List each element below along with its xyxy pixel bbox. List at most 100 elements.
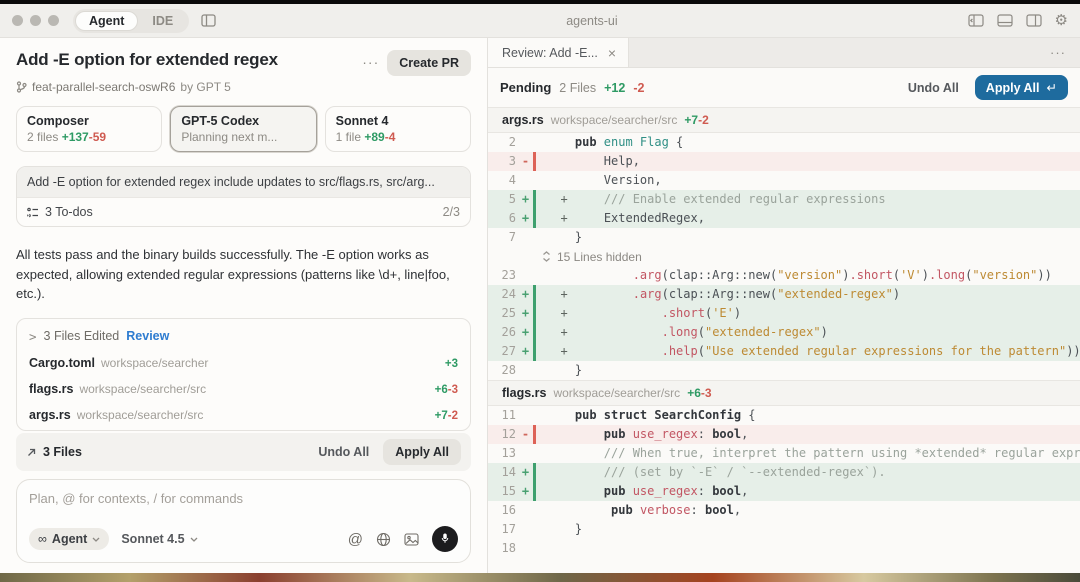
tab-ide[interactable]: IDE <box>138 11 187 31</box>
agent-card-gpt-5-codex[interactable]: GPT-5 Codex Planning next m... <box>170 106 316 152</box>
thread-menu-button[interactable]: ··· <box>354 50 387 74</box>
diff-line: 12- pub use_regex: bool, <box>488 425 1080 444</box>
diff-line: 25+ + .short('E') <box>488 304 1080 323</box>
card-title: GPT-5 Codex <box>181 114 305 128</box>
card-title: Sonnet 4 <box>336 114 460 128</box>
diff-line: 5+ + /// Enable extended regular express… <box>488 190 1080 209</box>
composer-box[interactable]: Plan, @ for contexts, / for commands ∞ A… <box>16 479 471 563</box>
model-label: Sonnet 4.5 <box>121 532 184 546</box>
files-edited-list: Cargo.tomlworkspace/searcher+3flags.rswo… <box>29 350 458 428</box>
code-text: /// When true, interpret the pattern usi… <box>536 444 1080 463</box>
code-text: pub enum Flag { <box>536 133 683 152</box>
diff-file-header-flags-rs[interactable]: flags.rsworkspace/searcher/src+6-3 <box>488 380 1080 406</box>
code-text: + .long("extended-regex") <box>536 323 828 342</box>
code-text: } <box>536 361 582 380</box>
code-text: pub verbose: bool, <box>536 501 741 520</box>
code-text: .arg(clap::Arg::new("version").short('V'… <box>536 266 1052 285</box>
create-pr-button[interactable]: Create PR <box>387 50 471 76</box>
edited-file-row-cargo-toml[interactable]: Cargo.tomlworkspace/searcher+3 <box>29 350 458 376</box>
window-title: agents-ui <box>216 14 967 28</box>
panel-bottom-icon[interactable] <box>997 14 1013 27</box>
web-globe-icon[interactable] <box>376 532 391 547</box>
diff-file-header-args-rs[interactable]: args.rsworkspace/searcher/src+7-2 <box>488 108 1080 133</box>
todos-label[interactable]: 3 To-dos <box>45 205 93 219</box>
code-text: pub use_regex: bool, <box>536 425 748 444</box>
agent-mode-dropdown[interactable]: ∞ Agent <box>29 528 109 550</box>
code-text: + /// Enable extended regular expression… <box>536 190 886 209</box>
expand-icon[interactable] <box>26 447 37 458</box>
agent-cards: Composer2 files +137-59 GPT-5 Codex Planni… <box>16 106 471 152</box>
view-mode-switch: Agent IDE <box>73 9 189 33</box>
code-text: + ExtendedRegex, <box>536 209 705 228</box>
model-dropdown[interactable]: Sonnet 4.5 <box>121 532 197 546</box>
agent-card-composer[interactable]: Composer2 files +137-59 <box>16 106 162 152</box>
chevron-right-icon[interactable]: > <box>29 329 37 344</box>
review-undo-all-button[interactable]: Undo All <box>900 77 967 99</box>
expand-updown-icon <box>542 251 551 262</box>
review-apply-all-button[interactable]: Apply All ↵ <box>975 75 1068 100</box>
desktop-wallpaper-strip <box>0 573 1080 582</box>
app-window: Agent IDE agents-ui ⚙ Add -E option for … <box>0 0 1080 582</box>
diff-line: 6+ + ExtendedRegex, <box>488 209 1080 228</box>
code-text: + .arg(clap::Arg::new("extended-regex") <box>536 285 900 304</box>
mic-button[interactable] <box>432 526 458 552</box>
diff-line: 13 /// When true, interpret the pattern … <box>488 444 1080 463</box>
diff-line: 14+ /// (set by `-E` / `--extended-regex… <box>488 463 1080 482</box>
pending-label: Pending <box>500 80 551 95</box>
files-edited-label: 3 Files Edited <box>44 329 120 343</box>
pending-files-count: 2 Files <box>559 81 596 95</box>
hidden-lines-expander[interactable]: 15 Lines hidden <box>488 247 1080 266</box>
edited-file-row-flags-rs[interactable]: flags.rsworkspace/searcher/src+6-3 <box>29 376 458 402</box>
review-tab[interactable]: Review: Add -E... × <box>488 38 629 67</box>
card-title: Composer <box>27 114 151 128</box>
apply-bar: 3 Files Undo All Apply All <box>16 433 471 471</box>
titlebar: Agent IDE agents-ui ⚙ <box>0 4 1080 38</box>
diff-line: 4 Version, <box>488 171 1080 190</box>
code-text: Help, <box>536 152 640 171</box>
mention-icon[interactable]: @ <box>348 531 363 548</box>
code-text: + .short('E') <box>536 304 741 323</box>
panel-right-icon[interactable] <box>1026 14 1042 27</box>
agent-card-sonnet-4[interactable]: Sonnet 41 file +89-4 <box>325 106 471 152</box>
diff-line: 15+ pub use_regex: bool, <box>488 482 1080 501</box>
todos-progress: 2/3 <box>443 205 460 219</box>
code-text: pub struct SearchConfig { <box>536 406 756 425</box>
tabbar-menu-button[interactable]: ··· <box>1050 45 1080 60</box>
undo-all-button[interactable]: Undo All <box>310 441 377 463</box>
files-edited-box: > 3 Files Edited Review Cargo.tomlworksp… <box>16 318 471 431</box>
diff-line: 27+ + .help("Use extended regular expres… <box>488 342 1080 361</box>
panel-left-icon[interactable] <box>968 14 984 27</box>
close-icon[interactable]: × <box>608 45 616 61</box>
task-title[interactable]: Add -E option for extended regex include… <box>17 167 470 198</box>
window-controls[interactable] <box>12 15 59 26</box>
branch-name[interactable]: feat-parallel-search-oswR6 <box>32 80 175 94</box>
image-attach-icon[interactable] <box>404 533 419 546</box>
apply-all-label: Apply All <box>986 81 1040 95</box>
diff-line: 7 } <box>488 228 1080 247</box>
agent-summary-text: All tests pass and the binary builds suc… <box>16 245 471 304</box>
diff-line: 16 pub verbose: bool, <box>488 501 1080 520</box>
sidebar-toggle-icon[interactable] <box>201 14 216 27</box>
code-text: } <box>536 520 582 539</box>
pending-additions: +12 <box>604 81 625 95</box>
tab-agent[interactable]: Agent <box>75 11 138 31</box>
review-link[interactable]: Review <box>126 329 169 343</box>
composer-input[interactable]: Plan, @ for contexts, / for commands <box>29 491 458 506</box>
pending-bar: Pending 2 Files +12 -2 Undo All Apply Al… <box>488 68 1080 108</box>
code-text: } <box>536 228 582 247</box>
agent-mode-label: Agent <box>52 532 87 546</box>
settings-gear-icon[interactable]: ⚙ <box>1055 13 1068 28</box>
apply-all-button[interactable]: Apply All <box>383 439 461 465</box>
diff-line: 3- Help, <box>488 152 1080 171</box>
return-key-icon: ↵ <box>1047 80 1057 95</box>
diff-line: 11 pub struct SearchConfig { <box>488 406 1080 425</box>
diff-line: 24+ + .arg(clap::Arg::new("extended-rege… <box>488 285 1080 304</box>
apply-bar-files-label[interactable]: 3 Files <box>43 445 82 459</box>
task-box[interactable]: Add -E option for extended regex include… <box>16 166 471 227</box>
code-text: + .help("Use extended regular expression… <box>536 342 1080 361</box>
diff-line: 26+ + .long("extended-regex") <box>488 323 1080 342</box>
branch-icon <box>16 81 27 93</box>
card-subtitle: Planning next m... <box>181 130 305 144</box>
chevron-down-icon <box>92 537 100 542</box>
edited-file-row-args-rs[interactable]: args.rsworkspace/searcher/src+7-2 <box>29 402 458 428</box>
